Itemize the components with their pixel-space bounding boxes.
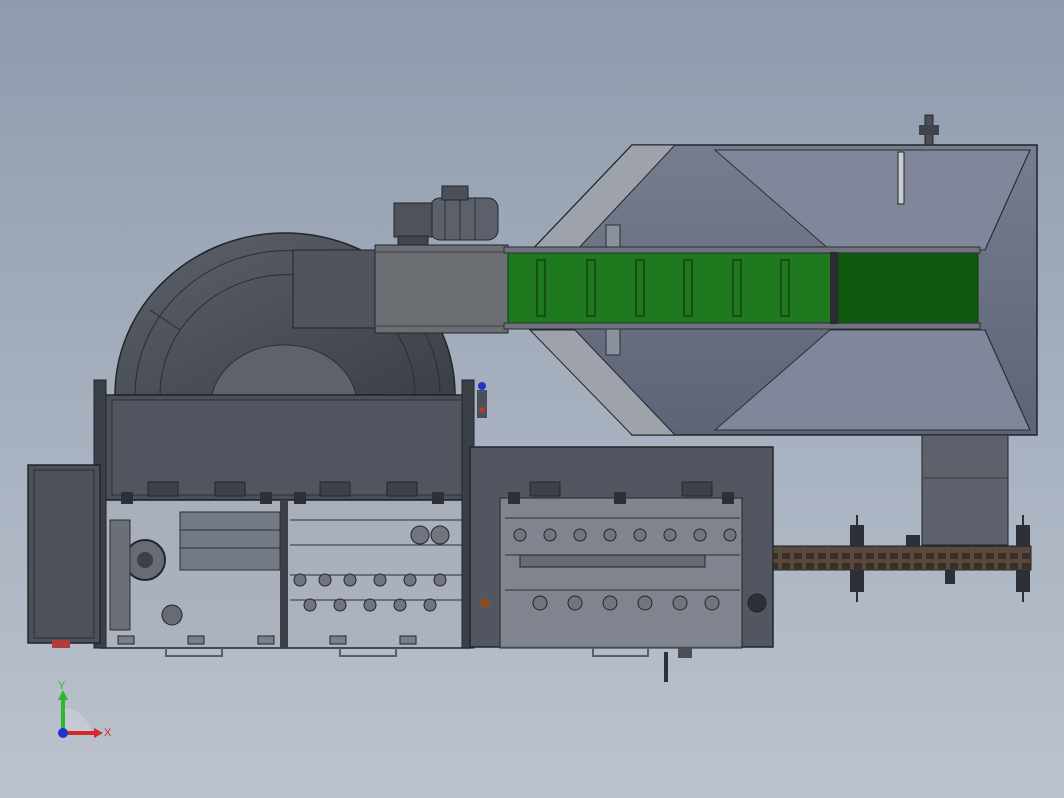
control-box[interactable] [27, 464, 101, 648]
hopper-support-leg [921, 434, 1009, 546]
drive-motor[interactable] [393, 185, 499, 247]
main-machine-frame[interactable] [93, 379, 475, 657]
transmission-frame[interactable] [469, 446, 774, 682]
sensor-unit [477, 382, 487, 418]
coordinate-triad: Y X [58, 680, 112, 739]
cad-model-canvas: Y X [27, 114, 1038, 739]
cad-viewport[interactable]: Y X [0, 0, 1064, 798]
triad-x-label: X [104, 727, 112, 739]
conveyor-drive-housing[interactable] [292, 244, 509, 334]
triad-z-axis [58, 728, 68, 738]
triad-y-label: Y [58, 680, 66, 692]
incline-conveyor[interactable] [503, 246, 981, 330]
